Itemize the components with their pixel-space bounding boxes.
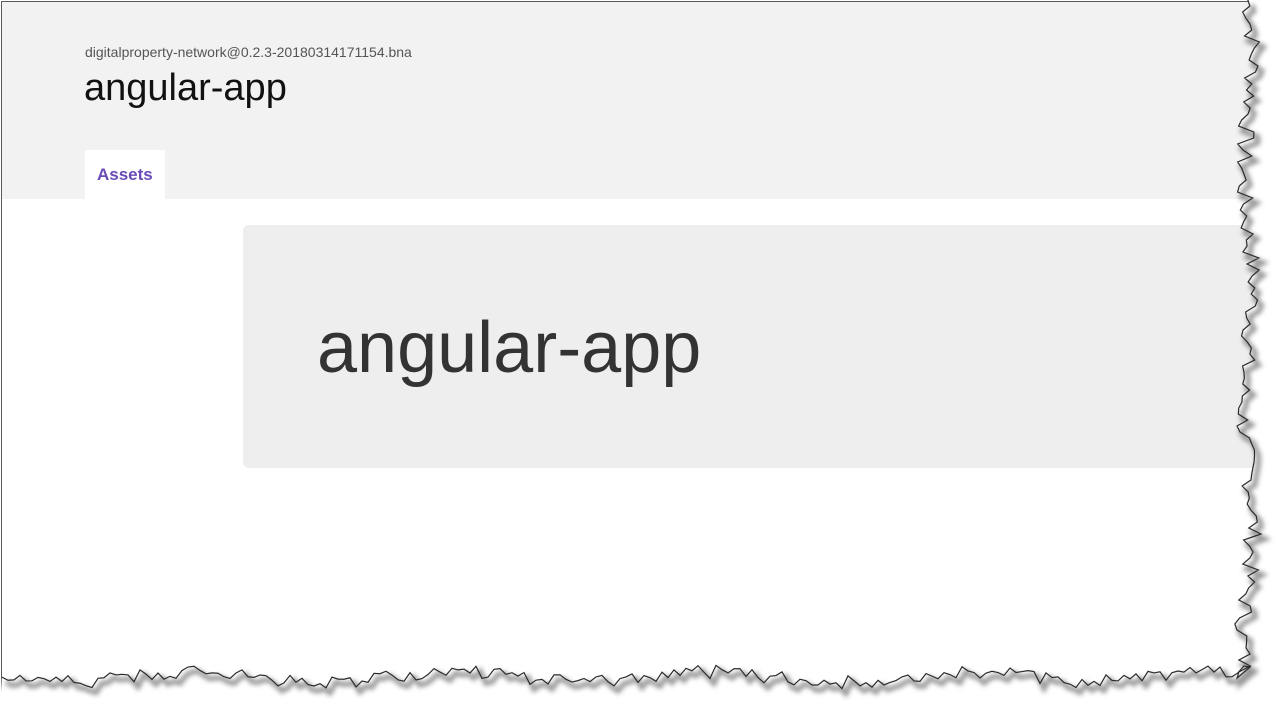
nav-tabs: Assets [85, 150, 165, 200]
app-title: angular-app [84, 67, 287, 109]
business-network-package-name: digitalproperty-network@0.2.3-2018031417… [85, 44, 412, 60]
jumbotron-title: angular-app [317, 308, 702, 388]
browser-page: digitalproperty-network@0.2.3-2018031417… [1, 1, 1264, 692]
app-header: digitalproperty-network@0.2.3-2018031417… [2, 2, 1264, 200]
tab-assets[interactable]: Assets [85, 150, 165, 200]
jumbotron: angular-app [243, 225, 1264, 468]
screenshot-frame: digitalproperty-network@0.2.3-2018031417… [0, 0, 1284, 707]
